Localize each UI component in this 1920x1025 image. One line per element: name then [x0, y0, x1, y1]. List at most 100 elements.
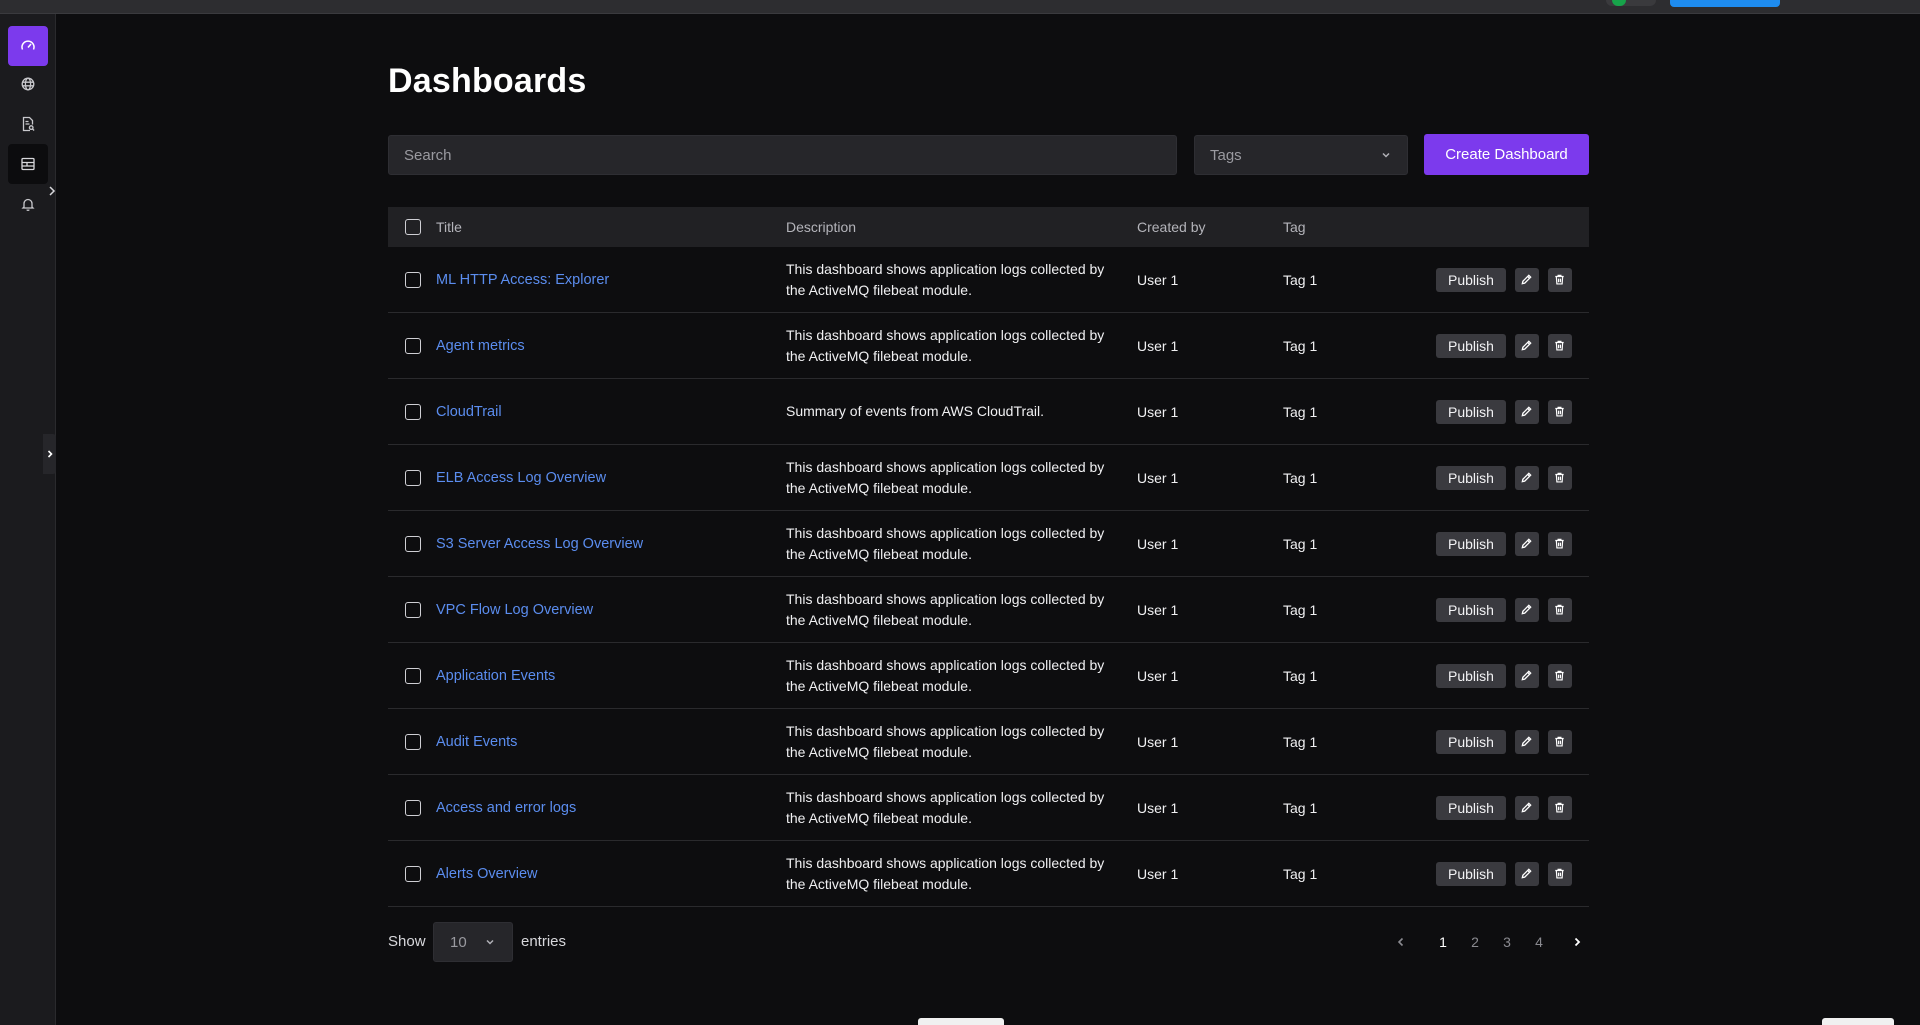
publish-button[interactable]: Publish	[1436, 333, 1506, 358]
dashboard-title-link[interactable]: Alerts Overview	[436, 866, 538, 882]
bell-icon	[21, 198, 35, 212]
delete-button[interactable]	[1547, 597, 1572, 622]
publish-button[interactable]: Publish	[1436, 399, 1506, 424]
column-header-tag[interactable]: Tag	[1283, 207, 1306, 247]
trash-icon	[1555, 868, 1565, 879]
edit-button[interactable]	[1514, 465, 1539, 490]
publish-button[interactable]: Publish	[1436, 267, 1506, 292]
dashboard-description: This dashboard shows application logs co…	[786, 326, 1105, 364]
page-number-1[interactable]: 1	[1427, 934, 1459, 950]
row-checkbox[interactable]	[405, 535, 421, 552]
dashboard-title-link[interactable]: Audit Events	[436, 734, 517, 750]
select-all-checkbox[interactable]	[405, 219, 421, 235]
tags-select[interactable]: Tags	[1194, 135, 1408, 175]
sidebar-item-dashboards[interactable]	[8, 144, 48, 184]
row-actions: Publish	[1436, 577, 1572, 642]
chevron-down-icon	[1382, 152, 1390, 158]
dashboard-title-link[interactable]: VPC Flow Log Overview	[436, 602, 593, 618]
delete-button[interactable]	[1547, 465, 1572, 490]
column-header-created-by[interactable]: Created by	[1137, 207, 1205, 247]
row-checkbox[interactable]	[405, 865, 421, 882]
chevron-right-icon[interactable]	[47, 184, 57, 198]
delete-button[interactable]	[1547, 333, 1572, 358]
pencil-icon	[1521, 802, 1533, 813]
publish-button[interactable]: Publish	[1436, 729, 1506, 754]
edit-button[interactable]	[1514, 399, 1539, 424]
table-body: ML HTTP Access: Explorer This dashboard s…	[388, 247, 1589, 907]
row-checkbox[interactable]	[405, 601, 421, 618]
row-checkbox[interactable]	[405, 469, 421, 486]
previous-page-button[interactable]	[1389, 930, 1413, 954]
top-action-button[interactable]	[1670, 0, 1780, 7]
page-number-4[interactable]: 4	[1523, 934, 1555, 950]
table-row: ELB Access Log Overview This dashboard sh…	[388, 445, 1589, 511]
edit-button[interactable]	[1514, 267, 1539, 292]
dashboard-title-link[interactable]: Application Events	[436, 668, 555, 684]
chevron-right-icon	[47, 450, 53, 458]
pencil-icon	[1521, 274, 1533, 285]
edit-button[interactable]	[1514, 729, 1539, 754]
row-actions: Publish	[1436, 445, 1572, 510]
row-checkbox[interactable]	[405, 337, 421, 354]
edit-button[interactable]	[1514, 795, 1539, 820]
page-number-2[interactable]: 2	[1459, 934, 1491, 950]
row-checkbox[interactable]	[405, 799, 421, 816]
publish-button[interactable]: Publish	[1436, 663, 1506, 688]
sidebar-item-reports[interactable]	[8, 104, 48, 144]
delete-button[interactable]	[1547, 399, 1572, 424]
row-actions: Publish	[1436, 709, 1572, 774]
dashboard-title-link[interactable]: CloudTrail	[436, 404, 502, 420]
sidebar-item-dashboards-gauge[interactable]	[8, 26, 48, 66]
edit-button[interactable]	[1514, 597, 1539, 622]
delete-button[interactable]	[1547, 795, 1572, 820]
column-header-title[interactable]: Title	[436, 207, 462, 247]
table-row: Audit Events This dashboard shows applica…	[388, 709, 1589, 775]
row-actions: Publish	[1436, 643, 1572, 708]
edit-button[interactable]	[1514, 333, 1539, 358]
publish-button[interactable]: Publish	[1436, 597, 1506, 622]
column-header-description[interactable]: Description	[786, 207, 856, 247]
document-search-icon	[22, 116, 35, 132]
dashboard-description: This dashboard shows application logs co…	[786, 656, 1105, 694]
sidebar-expand-toggle[interactable]	[43, 434, 56, 474]
search-input[interactable]	[388, 135, 1177, 175]
dashboard-title-link[interactable]: Agent metrics	[436, 338, 525, 354]
publish-button[interactable]: Publish	[1436, 795, 1506, 820]
pencil-icon	[1521, 604, 1533, 615]
dashboard-title-link[interactable]: ELB Access Log Overview	[436, 470, 606, 486]
publish-button[interactable]: Publish	[1436, 531, 1506, 556]
row-checkbox[interactable]	[405, 271, 421, 288]
delete-button[interactable]	[1547, 663, 1572, 688]
delete-button[interactable]	[1547, 729, 1572, 754]
table-footer: Show 10 entries 1 2 3 4	[388, 922, 1589, 962]
delete-button[interactable]	[1547, 267, 1572, 292]
dashboard-title-link[interactable]: S3 Server Access Log Overview	[436, 536, 643, 552]
publish-button[interactable]: Publish	[1436, 465, 1506, 490]
page-number-3[interactable]: 3	[1491, 934, 1523, 950]
edit-button[interactable]	[1514, 531, 1539, 556]
create-dashboard-button[interactable]: Create Dashboard	[1424, 134, 1589, 175]
chevron-right-icon	[1574, 937, 1581, 947]
dashboard-title-link[interactable]: ML HTTP Access: Explorer	[436, 272, 609, 288]
edit-button[interactable]	[1514, 861, 1539, 886]
edit-button[interactable]	[1514, 663, 1539, 688]
delete-button[interactable]	[1547, 531, 1572, 556]
row-checkbox[interactable]	[405, 667, 421, 684]
pencil-icon	[1521, 340, 1533, 351]
trash-icon	[1555, 472, 1565, 483]
created-by: User 1	[1137, 733, 1179, 750]
sidebar-item-explore[interactable]	[8, 64, 48, 104]
row-checkbox[interactable]	[405, 403, 421, 420]
tag-value: Tag 1	[1283, 601, 1318, 618]
dashboard-description: This dashboard shows application logs co…	[786, 260, 1105, 298]
delete-button[interactable]	[1547, 861, 1572, 886]
next-page-button[interactable]	[1565, 930, 1589, 954]
entries-per-page-select[interactable]: 10	[433, 922, 513, 962]
table-row: S3 Server Access Log Overview This dashbo…	[388, 511, 1589, 577]
dashboard-title-link[interactable]: Access and error logs	[436, 800, 576, 816]
sidebar-item-alerts[interactable]	[8, 184, 48, 224]
tags-select-label: Tags	[1210, 146, 1242, 164]
publish-button[interactable]: Publish	[1436, 861, 1506, 886]
row-checkbox[interactable]	[405, 733, 421, 750]
created-by: User 1	[1137, 403, 1179, 420]
